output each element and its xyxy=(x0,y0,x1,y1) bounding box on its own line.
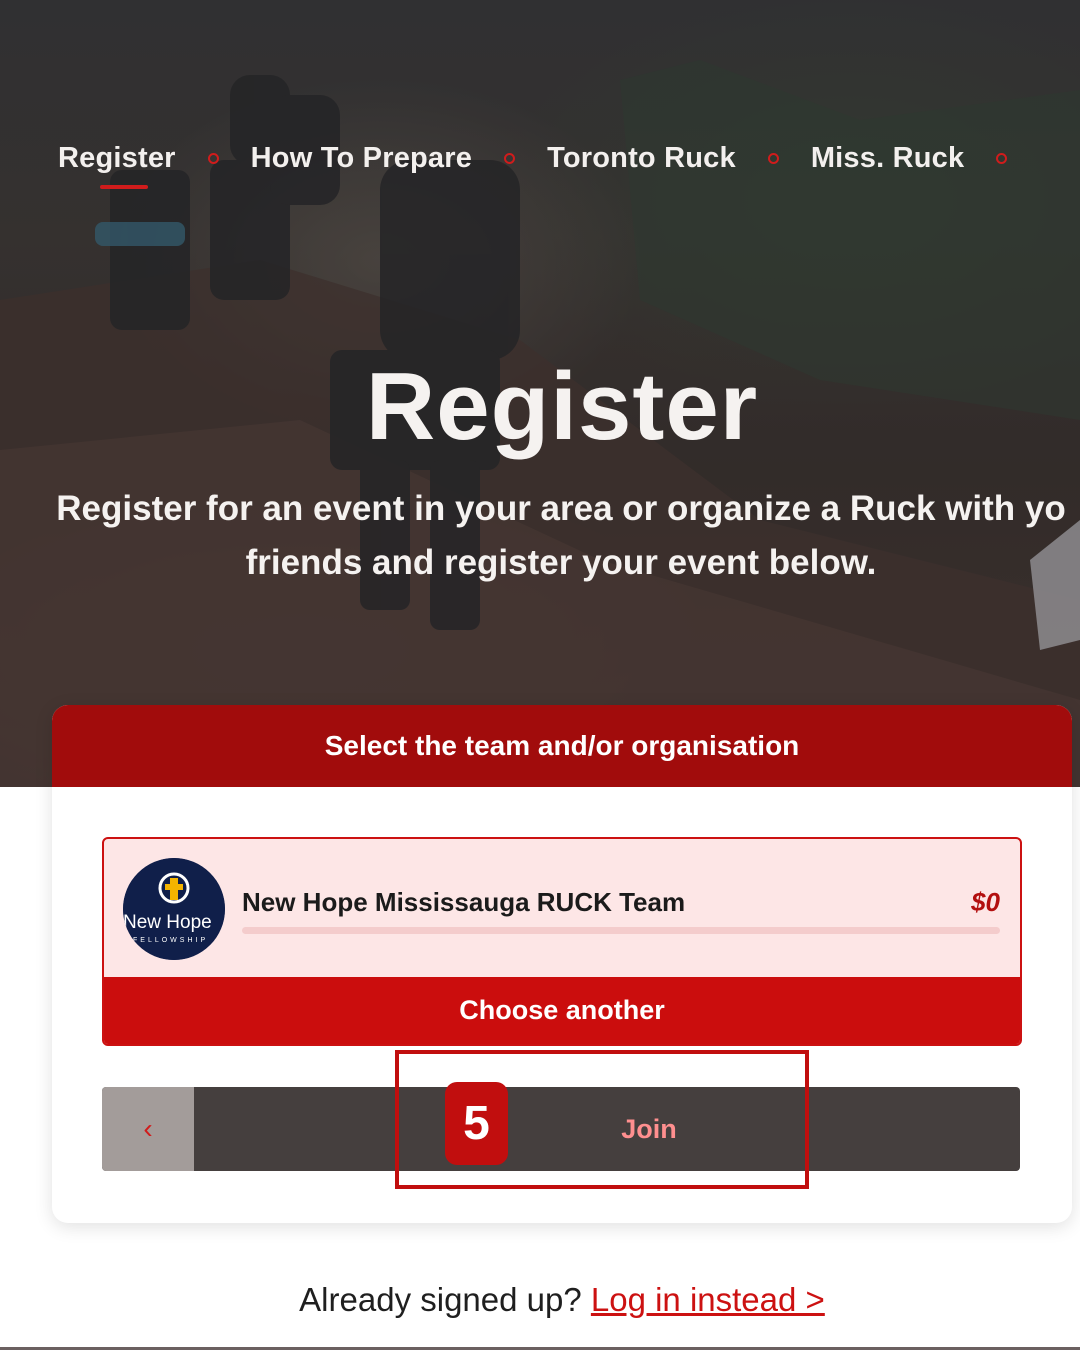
step-number-badge: 5 xyxy=(445,1082,508,1165)
nav-separator-dot xyxy=(504,152,516,164)
hero-banner: Register How To Prepare Toronto Ruck Mis… xyxy=(0,0,1080,787)
nav-item-miss-ruck[interactable]: Miss. Ruck xyxy=(811,142,965,175)
login-prompt: Already signed up? Log in instead > xyxy=(0,1281,1080,1319)
team-progress-bar xyxy=(242,927,1000,934)
selected-team: New Hope FELLOWSHIP New Hope Mississauga… xyxy=(102,837,1022,1046)
login-link[interactable]: Log in instead > xyxy=(591,1281,825,1318)
page-subtitle: Register for an event in your area or or… xyxy=(56,489,1066,582)
logo-text: New Hope xyxy=(123,912,212,933)
page-title: Register xyxy=(365,353,759,460)
nav-separator-dot xyxy=(767,152,779,164)
nav-item-toronto-ruck[interactable]: Toronto Ruck xyxy=(547,142,736,175)
team-row: New Hope FELLOWSHIP New Hope Mississauga… xyxy=(104,839,1020,975)
nav-item-register[interactable]: Register xyxy=(58,142,176,189)
logo-subtext: FELLOWSHIP xyxy=(133,937,208,944)
chevron-left-icon: ‹ xyxy=(143,1113,153,1144)
nav-separator-dot xyxy=(207,152,219,164)
top-navigation: Register How To Prepare Toronto Ruck Mis… xyxy=(58,138,1039,189)
nav-separator-dot xyxy=(996,152,1008,164)
nav-item-how-to-prepare[interactable]: How To Prepare xyxy=(251,142,472,175)
back-button[interactable]: ‹ xyxy=(102,1087,194,1171)
card-header: Select the team and/or organisation xyxy=(52,705,1072,787)
choose-another-button[interactable]: Choose another xyxy=(104,977,1020,1044)
login-prompt-text: Already signed up? xyxy=(299,1281,582,1318)
team-name: New Hope Mississauga RUCK Team xyxy=(242,887,686,917)
team-price: $0 xyxy=(971,887,1000,917)
team-logo-icon: New Hope FELLOWSHIP xyxy=(123,858,225,960)
